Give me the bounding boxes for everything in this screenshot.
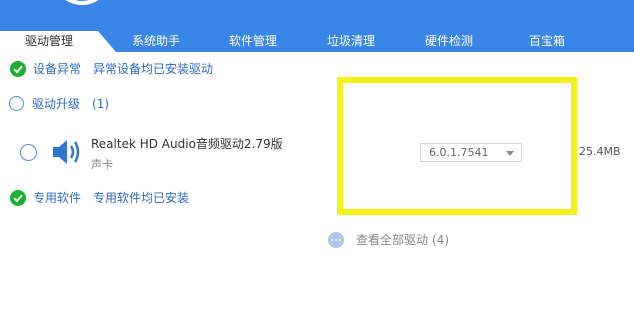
main-tabs: 驱动管理 系统助手 软件管理 垃圾清理 硬件检测 百宝箱 — [0, 31, 634, 52]
special-software-row: 专用软件 专用软件均已安装 — [10, 189, 189, 206]
tab-driver-management[interactable]: 驱动管理 — [0, 31, 98, 52]
highlight-box — [337, 77, 577, 215]
more-icon — [328, 231, 344, 248]
view-all-count: (4) — [432, 232, 450, 247]
tab-software-management[interactable]: 软件管理 — [210, 31, 296, 52]
check-icon — [10, 60, 26, 77]
special-software-title: 专用软件 — [33, 191, 82, 205]
driver-category: 声卡 — [91, 158, 113, 171]
device-abnormal-title: 设备异常 — [33, 62, 82, 76]
tab-junk-cleanup[interactable]: 垃圾清理 — [308, 31, 394, 52]
tab-toolbox[interactable]: 百宝箱 — [504, 31, 590, 52]
header-bar: 驱动管理 系统助手 软件管理 垃圾清理 硬件检测 百宝箱 — [0, 0, 634, 52]
check-icon — [10, 189, 26, 206]
driver-upgrade-radio[interactable] — [9, 96, 24, 111]
logo — [52, 0, 112, 5]
view-all-drivers[interactable]: 查看全部驱动 (4) — [328, 231, 449, 248]
tab-hardware-detection[interactable]: 硬件检测 — [406, 31, 492, 52]
tab-system-assistant[interactable]: 系统助手 — [113, 31, 199, 52]
special-software-message[interactable]: 专用软件均已安装 — [93, 189, 189, 206]
device-abnormal-row: 设备异常 异常设备均已安装驱动 — [10, 60, 213, 77]
driver-name: Realtek HD Audio音频驱动2.79版 — [91, 137, 283, 151]
driver-item-select — [20, 144, 37, 161]
driver-item-radio[interactable] — [20, 144, 37, 161]
driver-size: 25.4MB — [579, 145, 621, 158]
device-abnormal-message[interactable]: 异常设备均已安装驱动 — [93, 60, 213, 77]
driver-upgrade-title: 驱动升级 — [32, 97, 81, 111]
view-all-label: 查看全部驱动 — [356, 233, 429, 247]
driver-upgrade-count: (1) — [92, 96, 110, 111]
speaker-icon — [52, 138, 82, 169]
driver-upgrade-row: 驱动升级 (1) — [9, 95, 109, 112]
